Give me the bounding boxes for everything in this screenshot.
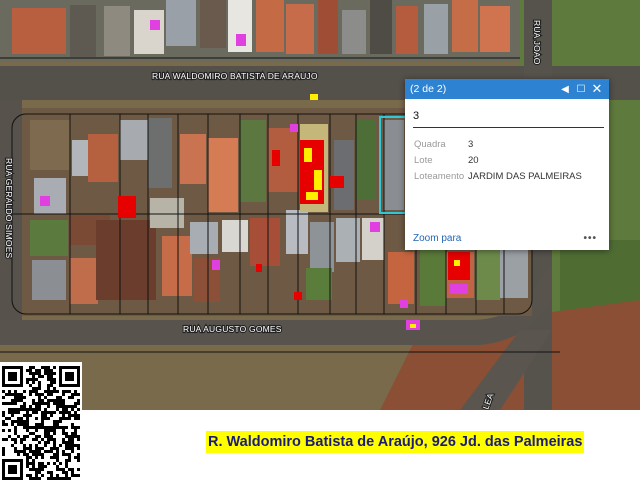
- triangle-left-icon[interactable]: ◀: [557, 84, 573, 95]
- feature-popup[interactable]: (2 de 2) ◀ ☐ ✕ 3 Quadra 3 Lote 20 Loteam…: [405, 79, 609, 250]
- popup-footer: Zoom para •••: [413, 233, 597, 244]
- street-label-west: RUA GERALDO SIMOES: [4, 158, 14, 259]
- attribute-key: Quadra: [414, 138, 446, 150]
- attribute-value: 3: [468, 138, 474, 150]
- attribute-value: JARDIM DAS PALMEIRAS: [468, 170, 582, 182]
- popup-header: (2 de 2) ◀ ☐ ✕: [405, 79, 609, 99]
- zoom-to-link[interactable]: Zoom para: [413, 233, 583, 244]
- attribute-value: 20: [468, 154, 479, 166]
- street-label-north: RUA WALDOMIRO BATISTA DE ARAUJO: [152, 71, 318, 81]
- attribute-key: Loteamento: [414, 170, 465, 182]
- attribute-key: Lote: [414, 154, 433, 166]
- top-houses: [0, 0, 520, 62]
- address-caption: R. Waldomiro Batista de Araújo, 926 Jd. …: [206, 431, 585, 453]
- qr-code: [0, 362, 82, 480]
- street-label-south: RUA AUGUSTO GOMES: [183, 324, 282, 334]
- ellipsis-icon[interactable]: •••: [583, 233, 597, 244]
- attribute-row: Loteamento JARDIM DAS PALMEIRAS: [414, 168, 582, 184]
- attribute-row: Quadra 3: [414, 136, 582, 152]
- street-label-east: RUA JOAO: [532, 20, 542, 65]
- square-icon[interactable]: ☐: [573, 84, 589, 95]
- popup-title: 3: [413, 110, 604, 128]
- x-icon[interactable]: ✕: [589, 81, 605, 97]
- popup-attributes: Quadra 3 Lote 20 Loteamento JARDIM DAS P…: [414, 136, 582, 184]
- popup-counter: (2 de 2): [410, 83, 447, 95]
- attribute-row: Lote 20: [414, 152, 582, 168]
